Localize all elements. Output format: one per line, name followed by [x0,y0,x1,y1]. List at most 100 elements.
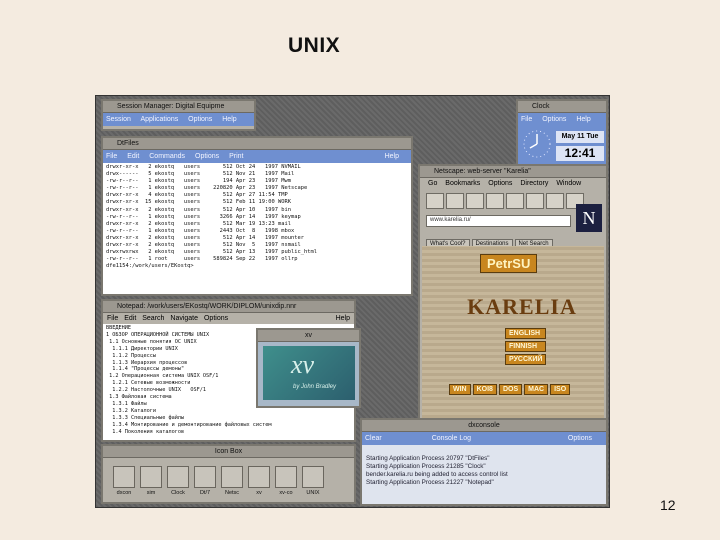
icon-box-window[interactable]: Icon Box dxcon sim Clock Dt/7 Netsc xv xv-co UN… [101,444,356,504]
notepad-title: Notepad: /work/users/EKostq/WORK/DIPLOM/… [103,301,354,313]
encoding-dos-link[interactable]: DOS [498,384,523,395]
dxconsole-log: Starting Application Process 20797 "DtFi… [362,445,606,504]
netscape-logo: N [576,204,602,232]
dtfiles-window[interactable]: DtFiles File Edit Commands Options Print… [101,136,413,296]
icon-box-item[interactable]: UNIX [302,466,324,496]
file-listing-line: -rw-r--r-- 1 ekostq users 194 Apr 23 199… [106,178,291,185]
menu-session[interactable]: Session [106,116,131,123]
lang-russian-link[interactable]: РУССКИЙ [505,354,547,365]
console-log-line: bender.karelia.ru being added to access … [366,471,508,478]
forward-icon[interactable] [446,192,464,209]
icon-box-item-label: xv [256,490,262,496]
application-icon [167,466,189,488]
karelia-heading: KARELIA [467,294,577,319]
file-listing-line: drwxrwxrwx 2 ekostq users 512 Apr 13 199… [106,249,317,256]
clock-window[interactable]: Clock File Options Help May 11 Tue 12:41 [516,99,608,167]
session-manager-menubar: Session Applications Options Help [103,113,254,126]
icon-box-item[interactable]: Dt/7 [194,466,216,496]
menu-options[interactable]: Options [188,116,212,123]
file-listing-line: drwxr-xr-x 2 ekostq users 512 Mar 19 13:… [106,220,291,227]
netscape-menu-bookmarks[interactable]: Bookmarks [445,180,480,187]
session-manager-title: Session Manager: Digital Equipme [103,101,254,113]
netscape-menu-window[interactable]: Window [556,180,581,187]
icon-box-item-label: Netsc [224,490,240,496]
icon-box-items: dxcon sim Clock Dt/7 Netsc xv xv-co UNIX [103,458,354,496]
clock-title: Clock [518,101,606,113]
dtfiles-menu-commands[interactable]: Commands [149,153,185,160]
application-icon [275,466,297,488]
clock-menu-options[interactable]: Options [542,116,566,123]
dtfiles-menu-edit[interactable]: Edit [127,153,139,160]
notepad-line: 1.3.3 Специальные файлы [106,414,185,421]
menu-help[interactable]: Help [222,116,236,123]
application-icon [113,466,135,488]
icon-box-item[interactable]: sim [140,466,162,496]
encoding-koi8-link[interactable]: KOI8 [472,384,497,395]
notepad-line: 1.3.2 Каталоги [106,407,156,414]
notepad-menu-search[interactable]: Search [142,315,164,322]
dxconsole-menubar: Clear Console Log Options [362,432,606,445]
icon-box-item[interactable]: Netsc [221,466,243,496]
icon-box-item[interactable]: dxcon [113,466,135,496]
dxconsole-menu-clear[interactable]: Clear [365,435,382,442]
dtfiles-menu-help[interactable]: Help [385,150,399,163]
session-manager-window[interactable]: Session Manager: Digital Equipme Session… [101,99,256,131]
netscape-menubar: Go Bookmarks Options Directory Window [420,178,606,189]
xv-title: xv [258,330,359,342]
dtfiles-menu-print[interactable]: Print [229,153,243,160]
dtfiles-menubar: File Edit Commands Options Print Help [103,150,411,163]
images-icon[interactable] [506,192,524,209]
console-log-line: Starting Application Process 20797 "DtFi… [366,455,490,462]
icon-box-item-label: Clock [171,490,185,496]
clock-menu-file[interactable]: File [521,116,532,123]
notepad-menu-options[interactable]: Options [204,315,228,322]
file-listing-line: drwxr-xr-x 4 ekostq users 512 Apr 27 11:… [106,192,288,199]
file-listing-line: -rw-r--r-- 1 ekostq users 2443 Oct 8 199… [106,227,295,234]
x-desktop-screenshot: Session Manager: Digital Equipme Session… [95,95,610,508]
netscape-menu-directory[interactable]: Directory [520,180,548,187]
file-listing-line: drwxr-xr-x 2 ekostq users 512 Nov 5 1997… [106,242,301,249]
notepad-menubar: File Edit Search Navigate Options Help [103,313,354,324]
console-log-line: Starting Application Process 21285 "Cloc… [366,463,486,470]
open-icon[interactable] [526,192,544,209]
reload-icon[interactable] [486,192,504,209]
application-icon [221,466,243,488]
location-field[interactable]: www.karelia.ru/ [426,215,571,227]
file-listing-line: drwxr-xr-x 15 ekostq users 512 Feb 11 19… [106,199,291,206]
encoding-mac-link[interactable]: MAC [524,384,549,395]
icon-box-item-label: Dt/7 [199,490,211,496]
notepad-menu-navigate[interactable]: Navigate [170,315,198,322]
clock-menu-help[interactable]: Help [576,116,590,123]
notepad-menu-help[interactable]: Help [336,313,350,324]
encoding-win-link[interactable]: WIN [449,384,471,395]
dtfiles-listing: drwxr-xr-x 2 ekostq users 512 Oct 24 199… [103,163,411,294]
icon-box-item[interactable]: Clock [167,466,189,496]
icon-box-item[interactable]: xv [248,466,270,496]
lang-english-link[interactable]: ENGLISH [505,328,547,339]
file-listing-line: -rw-r--r-- 1 ekostq users 3266 Apr 14 19… [106,213,301,220]
print-icon[interactable] [546,192,564,209]
lang-finnish-link[interactable]: FINNISH [505,341,547,352]
xv-logo-text: xv [291,350,315,379]
menu-applications[interactable]: Applications [140,116,178,123]
xv-window[interactable]: xv xv by John Bradley [256,328,361,408]
dtfiles-menu-file[interactable]: File [106,153,117,160]
dxconsole-menu-console-log[interactable]: Console Log [432,435,471,442]
slide-title: UNIX [288,34,341,57]
notepad-menu-file[interactable]: File [107,315,118,322]
dxconsole-menu-options[interactable]: Options [568,432,592,445]
dxconsole-window[interactable]: dxconsole Clear Console Log Options Star… [360,418,608,506]
netscape-menu-options[interactable]: Options [488,180,512,187]
encoding-links: WIN KOI8 DOS MAC ISO [448,378,571,396]
icon-box-item[interactable]: xv-co [275,466,297,496]
notepad-menu-edit[interactable]: Edit [124,315,136,322]
dtfiles-menu-options[interactable]: Options [195,153,219,160]
clock-date: May 11 Tue [556,131,604,143]
back-icon[interactable] [426,192,444,209]
clock-time: 12:41 [556,146,604,161]
home-icon[interactable] [466,192,484,209]
xv-logo-caption: by John Bradley [293,384,337,390]
file-listing-line: drwxr-xr-x 2 ekostq users 512 Apr 10 199… [106,206,291,213]
encoding-iso-link[interactable]: ISO [550,384,571,395]
netscape-menu-go[interactable]: Go [428,180,437,187]
